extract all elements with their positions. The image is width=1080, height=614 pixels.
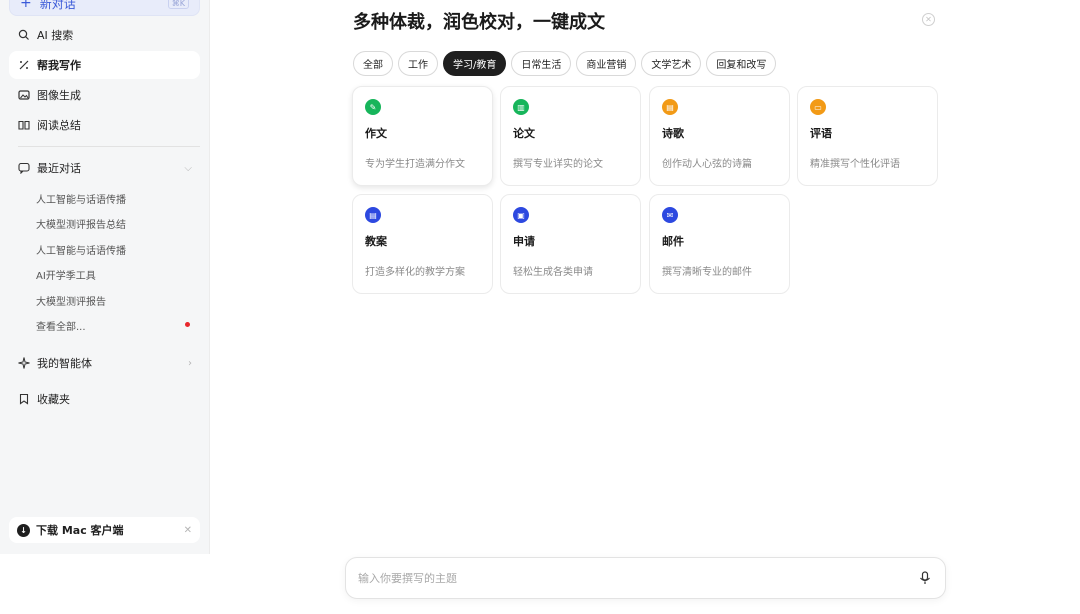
sidebar-item-favorites[interactable]: 收藏夹 <box>9 385 200 413</box>
sidebar-item-label: 图像生成 <box>37 89 81 102</box>
template-card-essay[interactable]: ✎ 作文 专为学生打造满分作文 <box>352 86 493 186</box>
topic-input[interactable] <box>358 571 917 585</box>
chat-bubble-icon <box>17 161 31 175</box>
card-title: 评语 <box>810 127 832 140</box>
sidebar: + 新对话 ⌘K AI 搜索 帮我写作 图像生成 阅读总结 最近对话 ⌵ 人工智… <box>0 0 210 554</box>
sidebar-item-label: 阅读总结 <box>37 119 81 132</box>
sidebar-item-ai-search[interactable]: AI 搜索 <box>9 21 200 49</box>
template-card-email[interactable]: ✉ 邮件 撰写清晰专业的邮件 <box>649 194 790 294</box>
chevron-right-icon: › <box>188 357 192 369</box>
sidebar-item-writing[interactable]: 帮我写作 <box>9 51 200 79</box>
template-card-thesis[interactable]: ▥ 论文 撰写专业详实的论文 <box>500 86 641 186</box>
card-description: 撰写专业详实的论文 <box>513 159 603 170</box>
tab-reply-rewrite[interactable]: 回复和改写 <box>706 51 777 76</box>
close-icon[interactable]: ✕ <box>184 525 192 536</box>
book-icon <box>17 118 31 132</box>
close-icon[interactable]: ✕ <box>922 13 935 26</box>
page-title: 多种体裁，润色校对，一键成文 <box>353 12 605 33</box>
sidebar-item-recent[interactable]: 最近对话 ⌵ <box>9 154 200 182</box>
lesson-plan-icon: ▤ <box>365 207 381 223</box>
sparkle-icon <box>17 356 31 370</box>
chart-doc-icon: ▥ <box>513 99 529 115</box>
clipboard-icon: ▣ <box>513 207 529 223</box>
poem-icon: ▤ <box>662 99 678 115</box>
pencil-icon: ✎ <box>365 99 381 115</box>
tab-work[interactable]: 工作 <box>398 51 438 76</box>
app-root: + 新对话 ⌘K AI 搜索 帮我写作 图像生成 阅读总结 最近对话 ⌵ 人工智… <box>0 0 1080 614</box>
card-title: 申请 <box>513 235 535 248</box>
card-title: 作文 <box>365 127 387 140</box>
card-description: 轻松生成各类申请 <box>513 267 593 278</box>
topic-input-bar <box>345 557 946 599</box>
card-title: 论文 <box>513 127 535 140</box>
template-card-poem[interactable]: ▤ 诗歌 创作动人心弦的诗篇 <box>649 86 790 186</box>
tab-all[interactable]: 全部 <box>353 51 393 76</box>
tab-study-education[interactable]: 学习/教育 <box>443 51 507 76</box>
download-icon: ↓ <box>17 523 30 537</box>
template-card-comment[interactable]: ▭ 评语 精准撰写个性化评语 <box>797 86 938 186</box>
tab-business-marketing[interactable]: 商业营销 <box>576 51 637 76</box>
search-icon <box>17 28 31 42</box>
recent-chat-item[interactable]: 大模型测评报告总结 <box>36 216 126 231</box>
tab-daily-life[interactable]: 日常生活 <box>511 51 572 76</box>
sidebar-item-image-gen[interactable]: 图像生成 <box>9 81 200 109</box>
comment-icon: ▭ <box>810 99 826 115</box>
microphone-icon[interactable] <box>917 570 933 586</box>
card-description: 精准撰写个性化评语 <box>810 159 900 170</box>
recent-chat-item[interactable]: AI开学季工具 <box>36 267 96 282</box>
template-card-application[interactable]: ▣ 申请 轻松生成各类申请 <box>500 194 641 294</box>
chevron-down-icon: ⌵ <box>184 162 192 174</box>
card-description: 撰写清晰专业的邮件 <box>662 267 752 278</box>
sidebar-item-reading[interactable]: 阅读总结 <box>9 111 200 139</box>
card-title: 邮件 <box>662 235 684 248</box>
download-label: 下载 Mac 客户端 <box>36 524 124 537</box>
card-description: 创作动人心弦的诗篇 <box>662 159 752 170</box>
sidebar-item-label: AI 搜索 <box>37 29 74 42</box>
recent-chat-item[interactable]: 人工智能与话语传播 <box>36 242 126 257</box>
notification-dot <box>185 322 190 327</box>
card-title: 诗歌 <box>662 127 684 140</box>
category-tabs: 全部 工作 学习/教育 日常生活 商业营销 文学艺术 回复和改写 <box>353 51 777 76</box>
sidebar-item-label: 我的智能体 <box>37 357 92 370</box>
sidebar-item-label: 收藏夹 <box>37 393 70 406</box>
sidebar-item-agents[interactable]: 我的智能体 › <box>9 349 200 377</box>
card-title: 教案 <box>365 235 387 248</box>
tab-literature-art[interactable]: 文学艺术 <box>641 51 702 76</box>
view-all-link[interactable]: 查看全部... <box>36 318 86 333</box>
sidebar-item-label: 帮我写作 <box>37 59 81 72</box>
mail-icon: ✉ <box>662 207 678 223</box>
shortcut-badge: ⌘K <box>167 0 189 9</box>
new-chat-button[interactable]: + 新对话 ⌘K <box>9 0 200 16</box>
image-icon <box>17 88 31 102</box>
recent-chat-item[interactable]: 大模型测评报告 <box>36 293 106 308</box>
pen-icon <box>17 58 31 72</box>
sidebar-item-label: 最近对话 <box>37 162 81 175</box>
sidebar-divider <box>18 146 200 147</box>
download-mac-client-button[interactable]: ↓ 下载 Mac 客户端 ✕ <box>9 517 200 543</box>
card-description: 专为学生打造满分作文 <box>365 159 465 170</box>
bookmark-icon <box>17 392 31 406</box>
template-card-lesson-plan[interactable]: ▤ 教案 打造多样化的教学方案 <box>352 194 493 294</box>
plus-icon: + <box>20 0 32 11</box>
new-chat-label: 新对话 <box>39 0 76 11</box>
recent-chat-item[interactable]: 人工智能与话语传播 <box>36 191 126 206</box>
card-description: 打造多样化的教学方案 <box>365 267 465 278</box>
